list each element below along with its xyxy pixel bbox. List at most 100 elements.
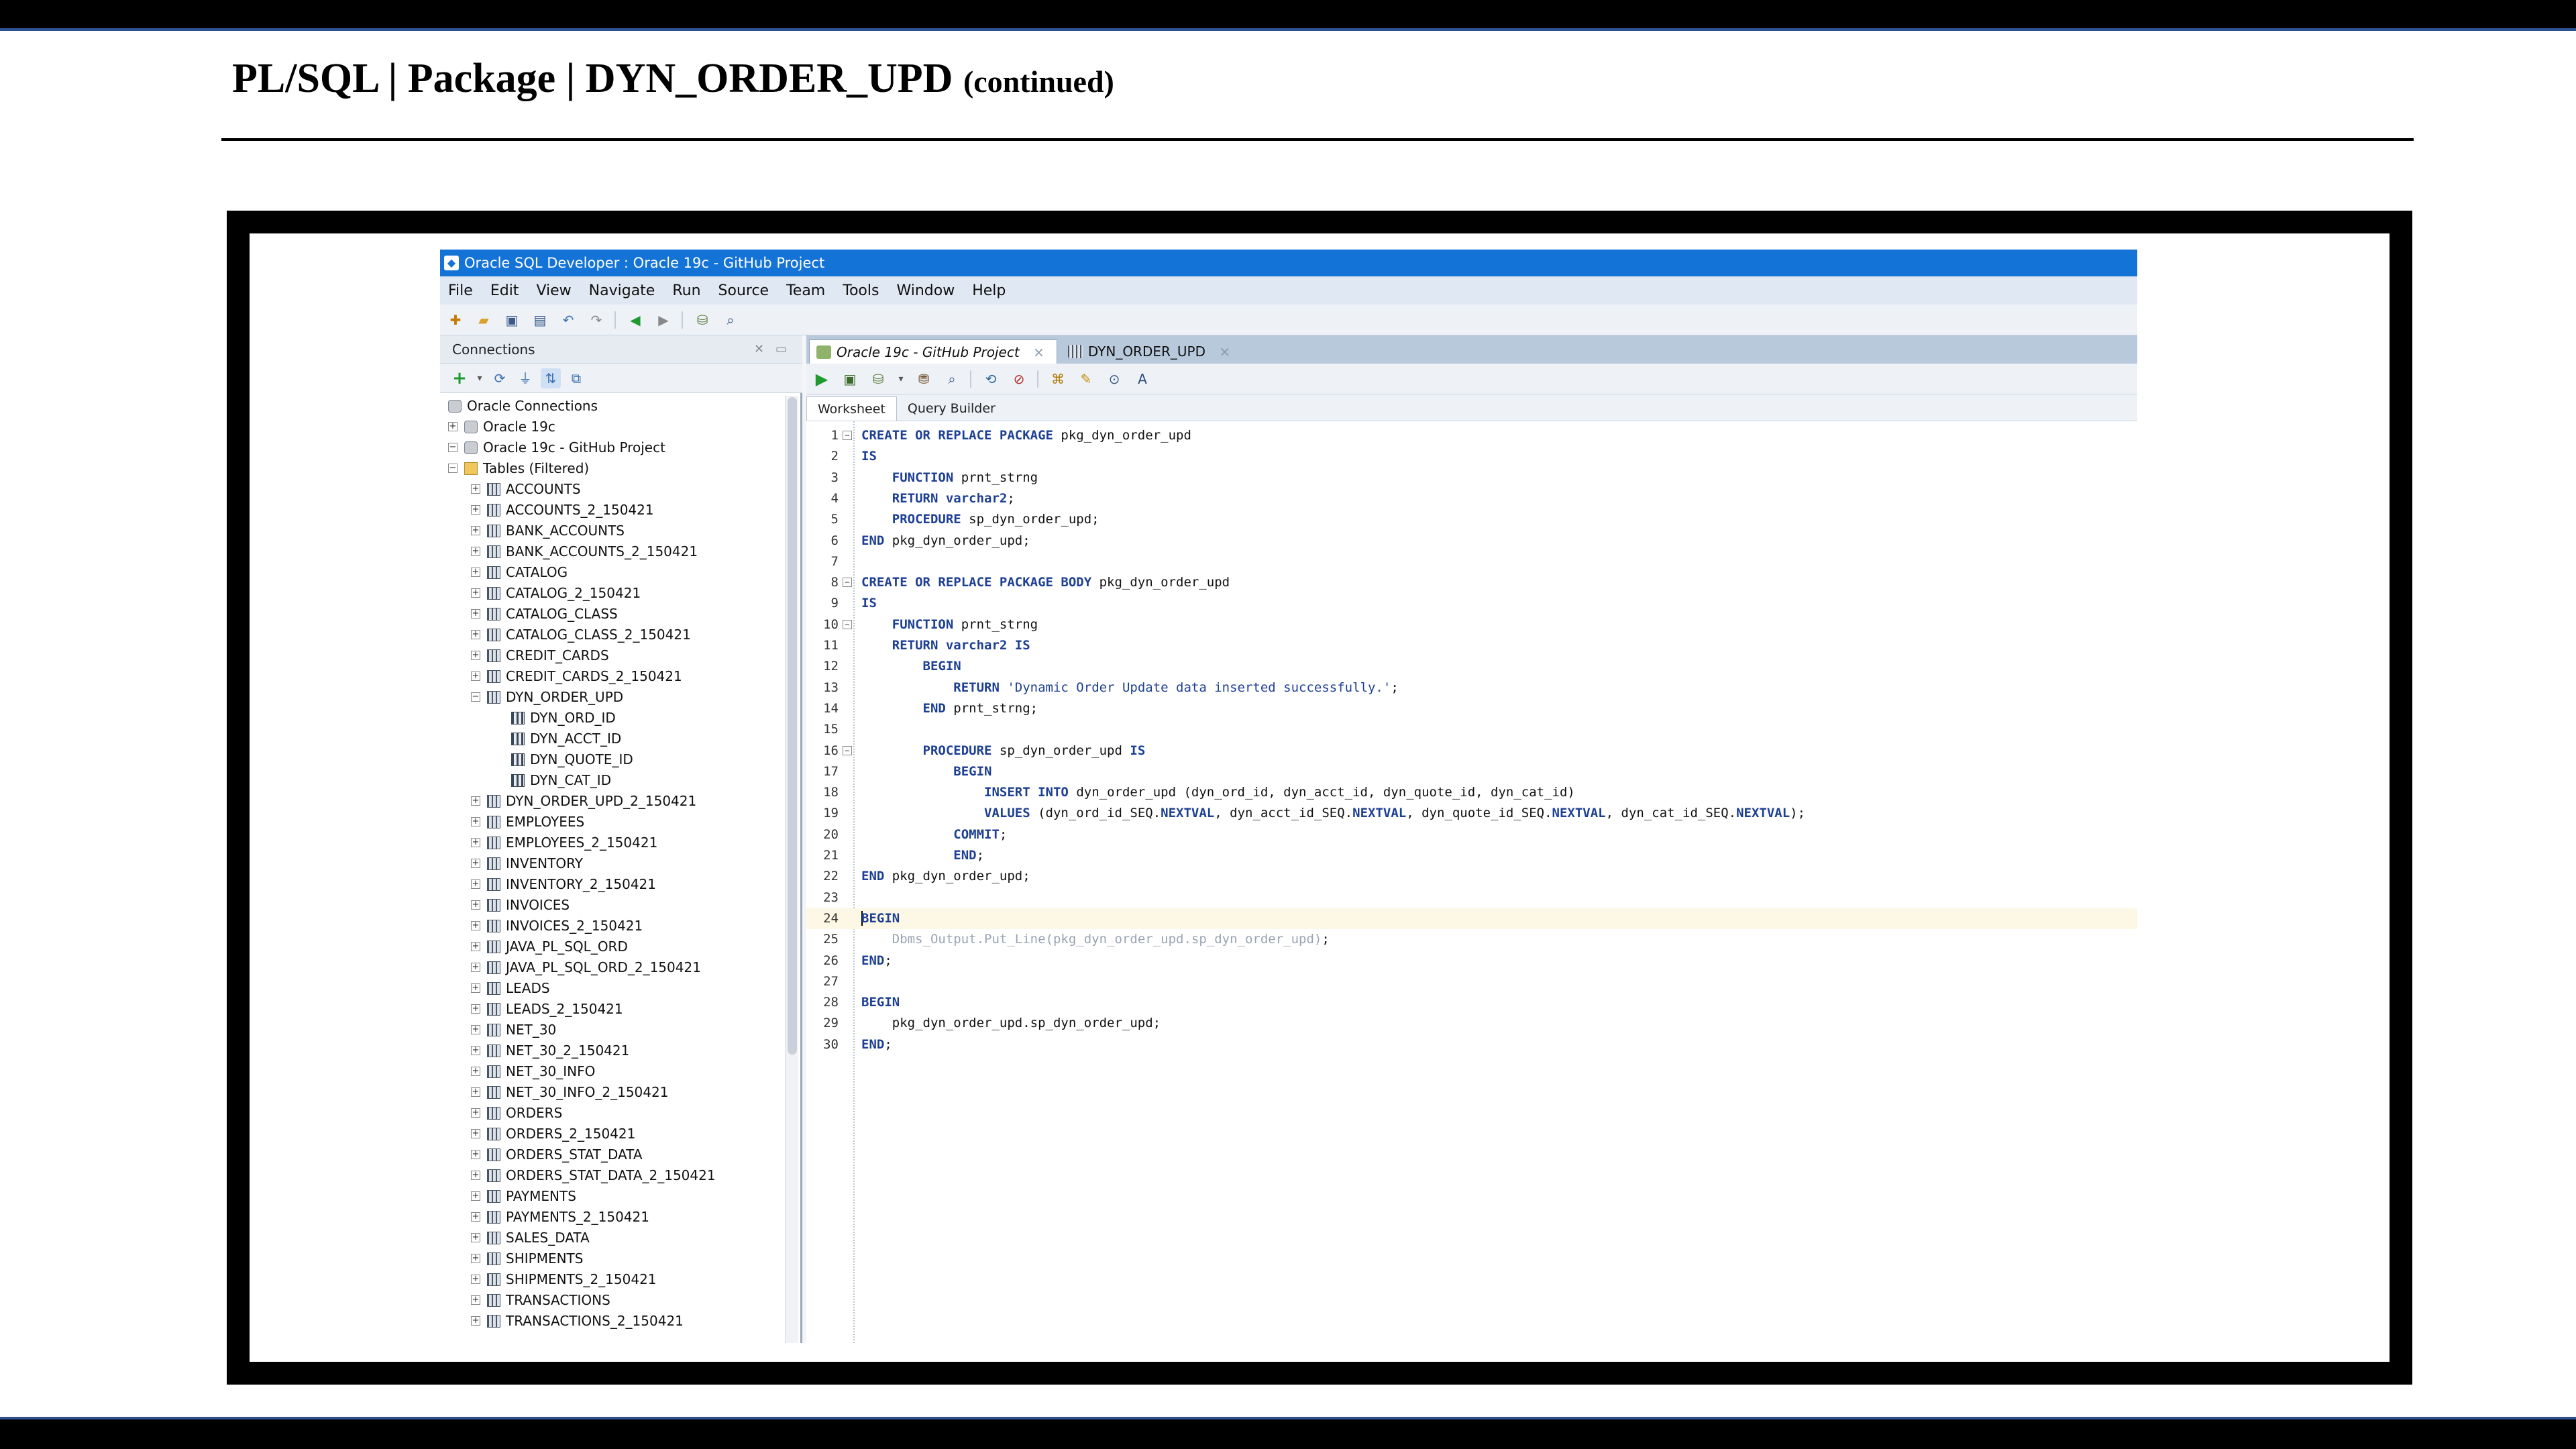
tree-item[interactable]: DYN_QUOTE_ID — [440, 749, 782, 770]
tab-dyn-order-upd[interactable]: DYN_ORDER_UPD × — [1061, 339, 1242, 364]
expand-icon[interactable]: + — [471, 1316, 480, 1326]
minimize-panel-icon[interactable]: ✕ — [754, 335, 764, 364]
expand-icon[interactable]: + — [471, 568, 480, 577]
menu-help[interactable]: Help — [972, 282, 1006, 299]
format-icon[interactable]: A — [1132, 369, 1152, 389]
expand-icon[interactable]: + — [471, 817, 480, 826]
tree-item[interactable]: + CREDIT_CARDS_2_150421 — [440, 666, 782, 687]
menu-window[interactable]: Window — [896, 282, 955, 299]
dropdown-icon[interactable]: ▾ — [475, 368, 484, 388]
save-all-icon[interactable]: ▤ — [530, 310, 550, 330]
tree-scrollbar[interactable] — [785, 396, 798, 1343]
undo-icon[interactable]: ↶ — [558, 310, 578, 330]
expand-icon[interactable]: + — [471, 1254, 480, 1263]
expand-icon[interactable]: + — [471, 1191, 480, 1201]
expand-icon[interactable]: + — [471, 838, 480, 847]
tree-item[interactable]: + ORDERS_STAT_DATA_2_150421 — [440, 1165, 782, 1186]
fold-toggle-icon[interactable]: − — [843, 578, 852, 588]
code-line[interactable]: 28 BEGIN — [806, 992, 2137, 1013]
find-db-object-icon[interactable]: ⌕ — [720, 310, 741, 330]
run-statement-icon[interactable]: ▶ — [812, 369, 832, 389]
tree-item[interactable]: + CATALOG_2_150421 — [440, 583, 782, 604]
tree-item[interactable]: − DYN_ORDER_UPD — [440, 687, 782, 708]
code-editor[interactable]: 1− CREATE OR REPLACE PACKAGE pkg_dyn_orde… — [806, 421, 2137, 1343]
tree-item[interactable]: + INVOICES_2_150421 — [440, 916, 782, 936]
maximize-panel-icon[interactable]: ▭ — [775, 335, 787, 364]
tree-item[interactable]: + DYN_ORDER_UPD_2_150421 — [440, 791, 782, 812]
tree-item[interactable]: + NET_30_INFO — [440, 1061, 782, 1082]
expand-icon[interactable]: + — [471, 588, 480, 598]
tree-item[interactable]: + CATALOG_CLASS — [440, 604, 782, 625]
expand-icon[interactable]: + — [471, 1233, 480, 1242]
menu-navigate[interactable]: Navigate — [589, 282, 655, 299]
expand-icon[interactable]: + — [471, 505, 480, 515]
autotrace-icon[interactable]: ⟲ — [981, 369, 1001, 389]
expand-icon[interactable]: + — [471, 942, 480, 951]
tree-item[interactable]: + NET_30 — [440, 1020, 782, 1040]
menu-source[interactable]: Source — [718, 282, 769, 299]
expand-icon[interactable]: + — [471, 547, 480, 556]
menu-view[interactable]: View — [536, 282, 571, 299]
tree-item[interactable]: + EMPLOYEES — [440, 812, 782, 833]
code-line[interactable]: 6 END pkg_dyn_order_upd; — [806, 531, 2137, 551]
code-line[interactable]: 11 RETURN varchar2 IS — [806, 635, 2137, 656]
expand-icon[interactable]: + — [471, 1150, 480, 1159]
expand-icon[interactable]: + — [471, 1025, 480, 1034]
tree-item[interactable]: + INVENTORY_2_150421 — [440, 874, 782, 895]
fold-toggle-icon[interactable]: − — [843, 431, 852, 440]
tree-item[interactable]: + Oracle 19c — [440, 417, 782, 437]
expand-icon[interactable]: + — [471, 484, 480, 494]
tree-item[interactable]: DYN_CAT_ID — [440, 770, 782, 791]
run-script-icon[interactable]: ▣ — [840, 369, 860, 389]
code-line[interactable]: 18 INSERT INTO dyn_order_upd (dyn_ord_id… — [806, 782, 2137, 803]
expand-icon[interactable]: + — [471, 859, 480, 868]
sql-tuning-icon[interactable]: ⊙ — [1104, 369, 1124, 389]
import-connections-icon[interactable]: ⧉ — [566, 368, 586, 388]
collapse-icon[interactable]: − — [471, 692, 480, 702]
code-line[interactable]: 26 END; — [806, 951, 2137, 971]
explain-plan-icon[interactable]: ⌕ — [942, 369, 962, 389]
tree-item[interactable]: + LEADS_2_150421 — [440, 999, 782, 1020]
expand-icon[interactable]: + — [471, 1067, 480, 1076]
dropdown-icon[interactable]: ▾ — [896, 369, 906, 389]
expand-icon[interactable]: + — [471, 651, 480, 660]
expand-icon[interactable]: + — [471, 1129, 480, 1138]
code-line[interactable]: 13 RETURN 'Dynamic Order Update data ins… — [806, 678, 2137, 698]
expand-icon[interactable]: + — [471, 672, 480, 681]
menu-run[interactable]: Run — [672, 282, 700, 299]
close-icon[interactable]: × — [1033, 344, 1044, 360]
tree-item[interactable]: + TRANSACTIONS_2_150421 — [440, 1311, 782, 1332]
code-line[interactable]: 2 IS — [806, 446, 2137, 467]
expand-icon[interactable]: + — [471, 796, 480, 806]
tree-item[interactable]: + NET_30_2_150421 — [440, 1040, 782, 1061]
tree-item[interactable]: + NET_30_INFO_2_150421 — [440, 1082, 782, 1103]
tree-item[interactable]: + ORDERS — [440, 1103, 782, 1124]
tree-item[interactable]: + SHIPMENTS — [440, 1248, 782, 1269]
expand-icon[interactable]: + — [471, 526, 480, 535]
tree-item[interactable]: + SALES_DATA — [440, 1228, 782, 1248]
code-line[interactable]: 19 VALUES (dyn_ord_id_SEQ.NEXTVAL, dyn_a… — [806, 803, 2137, 824]
expand-icon[interactable]: + — [471, 1171, 480, 1180]
code-line[interactable]: 20 COMMIT; — [806, 824, 2137, 845]
menu-file[interactable]: File — [448, 282, 473, 299]
scrollbar-thumb[interactable] — [788, 397, 797, 1055]
code-line[interactable]: 9 IS — [806, 593, 2137, 614]
schema-browser-icon[interactable]: ⇅ — [541, 368, 561, 388]
code-line[interactable]: 8− CREATE OR REPLACE PACKAGE BODY pkg_dyn… — [806, 572, 2137, 593]
fold-toggle-icon[interactable]: − — [843, 745, 852, 755]
tree-item[interactable]: + BANK_ACCOUNTS — [440, 521, 782, 541]
filter-icon[interactable]: ⏚ — [515, 368, 535, 388]
tree-item[interactable]: − Oracle 19c - GitHub Project — [440, 437, 782, 458]
tree-item[interactable]: + CATALOG — [440, 562, 782, 583]
code-line[interactable]: 10− FUNCTION prnt_strng — [806, 614, 2137, 635]
refresh-icon[interactable]: ⟳ — [490, 368, 510, 388]
expand-icon[interactable]: + — [471, 963, 480, 972]
eraser-icon[interactable]: ✎ — [1076, 369, 1096, 389]
tree-item[interactable]: + PAYMENTS_2_150421 — [440, 1207, 782, 1228]
tab-worksheet-connection[interactable]: Oracle 19c - GitHub Project × — [809, 339, 1057, 364]
tree-item[interactable]: + ACCOUNTS — [440, 479, 782, 500]
code-line[interactable]: 16− PROCEDURE sp_dyn_order_upd IS — [806, 741, 2137, 761]
code-line[interactable]: 14 END prnt_strng; — [806, 698, 2137, 719]
commit-icon[interactable]: ⛁ — [868, 369, 888, 389]
expand-icon[interactable]: + — [471, 1295, 480, 1305]
